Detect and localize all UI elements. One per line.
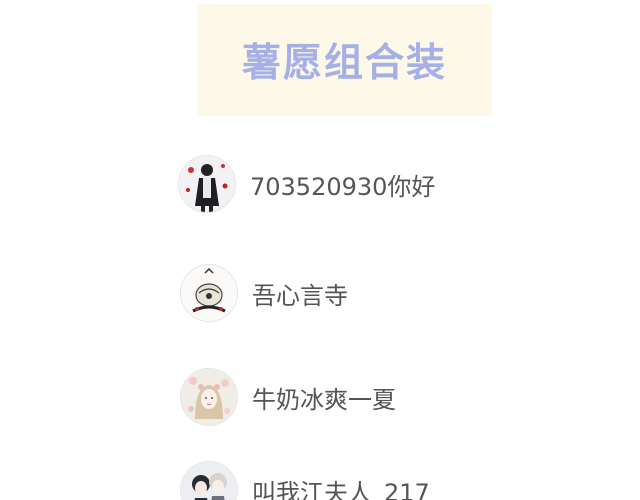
username[interactable]: 703520930你好	[250, 167, 435, 202]
banner-title: 薯愿组合装	[241, 41, 447, 86]
username[interactable]: 叫我江夫人_217	[252, 473, 430, 500]
avatar-ink-drawing-icon[interactable]	[180, 264, 238, 322]
avatar-couple-anime-icon[interactable]	[180, 461, 238, 500]
avatar-floral-girl-icon[interactable]	[180, 368, 238, 426]
user-item[interactable]: 牛奶冰爽一夏	[180, 368, 396, 426]
header-banner: 薯愿组合装	[197, 4, 492, 116]
avatar-girl-dark-coat-icon[interactable]	[178, 155, 236, 213]
username[interactable]: 牛奶冰爽一夏	[252, 380, 396, 415]
user-item[interactable]: 吾心言寺	[180, 264, 348, 322]
user-item[interactable]: 703520930你好	[178, 155, 435, 213]
username[interactable]: 吾心言寺	[252, 276, 348, 311]
user-item[interactable]: 叫我江夫人_217	[180, 461, 430, 500]
